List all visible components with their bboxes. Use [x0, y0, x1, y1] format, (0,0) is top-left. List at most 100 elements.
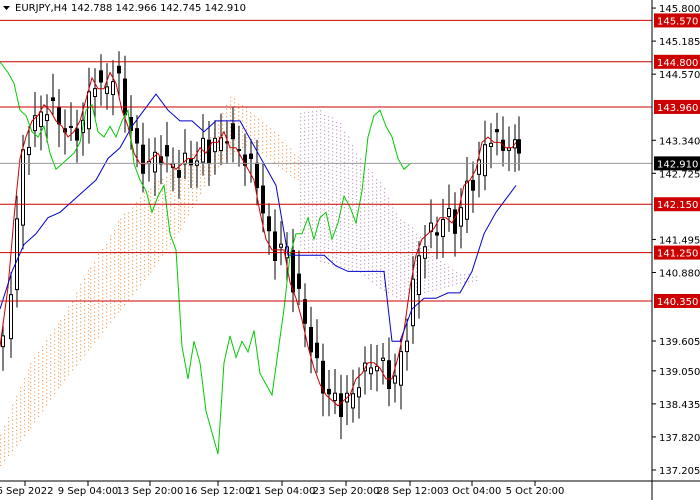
cloud-bearish-dot: [320, 238, 322, 240]
cloud-bullish-dot: [16, 395, 18, 398]
cloud-bearish-dot: [316, 144, 318, 146]
cloud-bearish-dot: [400, 260, 402, 262]
dropdown-arrow-icon[interactable]: [3, 6, 10, 10]
cloud-bullish-dot: [162, 227, 164, 230]
cloud-bullish-dot: [128, 238, 130, 240]
cloud-bullish-dot: [42, 364, 44, 367]
cloud-bearish-dot: [368, 172, 370, 174]
cloud-bullish-dot: [150, 233, 152, 235]
cloud-bullish-dot: [162, 246, 164, 248]
cloud-bullish-dot: [110, 238, 112, 240]
cloud-bullish-dot: [184, 217, 186, 219]
cloud-bullish-dot: [98, 302, 100, 304]
cloud-bullish-dot: [120, 271, 122, 273]
candle-body: [99, 70, 103, 83]
cloud-bullish-dot: [72, 335, 74, 337]
cloud-bullish-dot: [102, 275, 104, 277]
cloud-bullish-dot: [68, 317, 70, 319]
cloud-bullish-dot: [162, 197, 164, 199]
cloud-bearish-dot: [332, 143, 334, 145]
cloud-bearish-dot: [316, 208, 318, 210]
cloud-bearish-dot: [344, 180, 346, 182]
cloud-bullish-dot: [148, 232, 150, 234]
cloud-bullish-dot: [72, 331, 74, 333]
cloud-bearish-dot: [376, 194, 378, 196]
cloud-bullish-dot: [210, 137, 212, 139]
cloud-bullish-dot: [154, 220, 156, 222]
cloud-bullish-dot: [94, 319, 96, 321]
cloud-bullish-dot: [0, 438, 2, 440]
cloud-bullish-dot: [150, 245, 152, 247]
cloud-bullish-dot: [124, 285, 126, 287]
cloud-bullish-dot: [24, 404, 26, 406]
cloud-bearish-dot: [444, 271, 446, 273]
cloud-bullish-dot: [38, 415, 40, 417]
cloud-bullish-dot: [102, 324, 104, 326]
cloud-bullish-dot: [114, 271, 116, 273]
cloud-bearish-dot: [388, 201, 390, 203]
cloud-bearish-dot: [328, 202, 330, 204]
cloud-bullish-dot: [88, 326, 90, 328]
cloud-bullish-dot: [154, 231, 156, 233]
cloud-bearish-dot: [324, 160, 326, 162]
cloud-bullish-dot: [4, 444, 6, 446]
cloud-bullish-dot: [180, 224, 182, 226]
cloud-bullish-dot: [72, 361, 74, 363]
cloud-bearish-dot: [340, 194, 342, 196]
cloud-bearish-dot: [332, 245, 334, 247]
cloud-bearish-dot: [300, 176, 302, 178]
cloud-bearish-dot: [452, 280, 454, 282]
cloud-bullish-dot: [76, 315, 78, 317]
cloud-bearish-dot: [356, 240, 358, 242]
cloud-bullish-dot: [136, 262, 138, 264]
cloud-bearish-dot: [332, 256, 334, 258]
cloud-bullish-dot: [140, 265, 142, 267]
cloud-bearish-dot: [352, 269, 354, 271]
cloud-bearish-dot: [352, 186, 354, 188]
cloud-bullish-dot: [166, 240, 168, 243]
cloud-bearish-dot: [336, 137, 338, 139]
cloud-bullish-dot: [68, 355, 70, 357]
candle-body: [111, 81, 115, 96]
cloud-bearish-dot: [328, 127, 330, 129]
cloud-bearish-dot: [344, 229, 346, 231]
cloud-bullish-dot: [140, 231, 142, 233]
cloud-bullish-dot: [34, 365, 36, 367]
cloud-bearish-dot: [328, 176, 330, 178]
cloud-bullish-dot: [128, 280, 130, 282]
cloud-bullish-dot: [68, 332, 70, 334]
cloud-bullish-dot: [274, 158, 276, 160]
cloud-bullish-dot: [200, 185, 202, 187]
cloud-bullish-dot: [226, 112, 228, 114]
cloud-bullish-dot: [34, 387, 36, 389]
cloud-bearish-dot: [468, 281, 470, 283]
cloud-bullish-dot: [140, 220, 142, 222]
cloud-bearish-dot: [384, 289, 386, 291]
chart: 145.570144.800143.960142.150141.250140.3…: [0, 0, 700, 500]
cloud-bullish-dot: [170, 186, 172, 188]
cloud-bearish-dot: [364, 274, 366, 276]
cloud-bullish-dot: [270, 136, 272, 138]
cloud-bearish-dot: [436, 273, 438, 275]
cloud-bearish-dot: [352, 254, 354, 256]
cloud-bullish-dot: [132, 237, 134, 239]
cloud-bearish-dot: [336, 231, 338, 233]
cloud-bearish-dot: [300, 165, 302, 167]
cloud-bullish-dot: [60, 335, 62, 337]
cloud-bullish-dot: [148, 236, 150, 238]
cloud-bearish-dot: [308, 119, 310, 121]
cloud-bullish-dot: [4, 429, 6, 431]
candle-body: [483, 144, 487, 177]
cloud-bearish-dot: [392, 222, 394, 224]
cloud-bullish-dot: [4, 459, 6, 462]
cloud-bearish-dot: [368, 198, 370, 200]
cloud-bearish-dot: [384, 263, 386, 265]
cloud-bearish-dot: [456, 279, 458, 281]
cloud-bearish-dot: [372, 247, 374, 249]
cloud-bullish-dot: [136, 255, 138, 257]
cloud-bullish-dot: [124, 217, 126, 219]
cloud-bullish-dot: [50, 338, 52, 340]
cloud-bearish-dot: [352, 167, 354, 169]
cloud-bearish-dot: [368, 236, 370, 238]
cloud-bearish-dot: [352, 194, 354, 196]
